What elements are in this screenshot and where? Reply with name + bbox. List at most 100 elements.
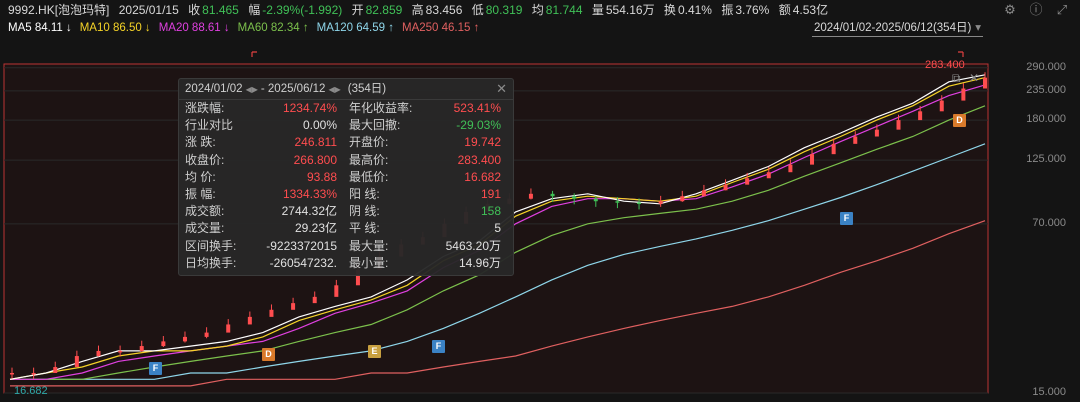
date-range-selector[interactable]: 2024/01/02-2025/06/12(354日) ▾ <box>812 20 984 37</box>
candle-body <box>528 193 533 199</box>
candle-body <box>961 88 966 101</box>
stat-label: 平 线: <box>349 221 380 236</box>
ma-legend-item: MA60 82.34 ↑ <box>237 22 309 34</box>
restore-window-icon[interactable]: ⧉ <box>952 71 961 86</box>
ma-legend-item: MA250 46.15 ↑ <box>401 22 480 34</box>
candle-body <box>701 190 706 197</box>
ma-legend-item: MA5 84.11 ↓ <box>8 22 72 34</box>
candle-body <box>139 346 144 351</box>
candle-body <box>226 324 231 333</box>
amp-label: 振 <box>721 3 734 17</box>
fullscreen-icon[interactable]: ⤢ <box>1054 3 1070 17</box>
stat-value: 29.23亿 <box>294 221 337 236</box>
y-tick-label: 125.000 <box>1026 153 1066 166</box>
event-marker-f[interactable]: F <box>149 362 162 375</box>
high-price-label: 283.400 <box>925 59 965 71</box>
stat-row: 成交量: 29.23亿 <box>179 220 343 237</box>
change-label: 幅 <box>248 3 261 17</box>
candle-body <box>637 202 642 205</box>
close-label: 收 <box>188 3 201 17</box>
stat-value: 158 <box>480 204 501 219</box>
y-tick-label: 235.000 <box>1026 83 1066 96</box>
candle-body <box>810 154 815 165</box>
candle-body <box>312 296 317 304</box>
candle-body <box>658 201 663 204</box>
stat-value: 93.88 <box>306 169 337 184</box>
stat-row: 最低价: 16.682 <box>343 169 507 186</box>
vol-label: 量 <box>591 3 604 17</box>
ma-legend-item: MA10 86.50 ↓ <box>79 22 151 34</box>
high-value: 83.456 <box>425 3 463 17</box>
stat-value: 1234.74% <box>282 101 337 115</box>
y-tick-label: 70.000 <box>1032 216 1066 229</box>
popup-days: (354日) <box>347 83 387 95</box>
candle-body <box>723 184 728 191</box>
stat-row: 阴 线: 158 <box>343 203 507 220</box>
ma-legend: MA5 84.11 ↓ MA10 86.50 ↓ MA20 88.61 ↓ MA60 … <box>8 19 487 37</box>
close-range-icon[interactable]: ✕ <box>969 71 979 85</box>
event-marker-d[interactable]: D <box>262 348 275 361</box>
stat-row: 最小量: 14.96万 <box>343 255 507 272</box>
stat-label: 行业对比 <box>185 118 234 133</box>
date-range-text: 2024/01/02-2025/06/12(354日) <box>814 22 972 34</box>
dropdown-arrow-icon: ▾ <box>975 22 982 34</box>
range-end-bracket <box>958 51 964 57</box>
range-start-bracket <box>251 51 257 57</box>
stat-value: 0.00% <box>302 118 337 133</box>
nav-arrows-icon[interactable]: ◀▶ <box>328 85 340 94</box>
settings-gear-icon[interactable]: ⚙ <box>1002 3 1018 17</box>
candle-body <box>31 372 36 375</box>
stat-label: 最大量: <box>349 238 389 253</box>
y-tick-label: 180.000 <box>1026 113 1066 126</box>
stat-row: 振 幅: 1334.33% <box>179 186 343 203</box>
candle-body <box>745 178 750 185</box>
candle-body <box>53 367 58 373</box>
low-label: 低 <box>471 3 484 17</box>
stat-row: 日均换手: -260547232. <box>179 255 343 272</box>
candle-body <box>161 341 166 347</box>
candle-body <box>983 77 987 89</box>
nav-arrows-icon[interactable]: ◀▶ <box>246 85 258 94</box>
candle-body <box>74 356 79 368</box>
low-price-label: 16.682 <box>14 385 48 397</box>
stat-row: 行业对比 0.00% <box>179 117 343 134</box>
stat-label: 最低价: <box>349 169 389 184</box>
popup-stats-grid: 涨跌幅: 1234.74% 年化收益率: 523.41% 行业对比 0.00% 最大回撤: -… <box>179 100 513 272</box>
stat-value: 191 <box>480 186 501 201</box>
candle-body <box>96 350 101 357</box>
candle-body <box>118 350 123 353</box>
stat-value: 1334.33% <box>282 186 337 201</box>
candle-body <box>182 336 187 342</box>
low-value: 80.319 <box>485 3 523 17</box>
candle-body <box>269 309 274 317</box>
stat-row: 区间换手: -9223372015 <box>179 238 343 255</box>
y-tick-label: 15.000 <box>1032 386 1066 398</box>
stat-label: 收盘价: <box>185 152 225 167</box>
candle-body <box>204 332 209 337</box>
info-icon[interactable]: ⓘ <box>1028 3 1044 17</box>
price-chart[interactable] <box>0 38 1080 402</box>
stat-label: 成交额: <box>185 204 225 219</box>
event-marker-f[interactable]: F <box>840 212 853 225</box>
stat-label: 最高价: <box>349 152 389 167</box>
stat-value: 2744.32亿 <box>281 204 337 219</box>
stat-value: 246.811 <box>294 135 338 150</box>
popup-end-date: - 2025/06/12 <box>260 83 326 95</box>
event-marker-e[interactable]: E <box>368 345 381 358</box>
change-value: -2.39%(-1.992) <box>262 3 343 17</box>
symbol-label: 9992.HK[泡泡玛特] <box>8 3 110 17</box>
candle-body <box>572 196 577 199</box>
stat-row: 最高价: 283.400 <box>343 152 507 169</box>
open-label: 开 <box>351 3 364 17</box>
close-icon[interactable]: ✕ <box>496 79 507 99</box>
stat-label: 最大回撤: <box>349 118 401 133</box>
stat-row: 涨跌幅: 1234.74% <box>179 100 343 117</box>
popup-start-date: 2024/01/02 <box>185 83 243 95</box>
event-marker-f[interactable]: F <box>432 340 445 353</box>
amount-label: 额 <box>778 3 791 17</box>
candle-body <box>10 372 14 375</box>
ma-legend-item: MA120 64.59 ↑ <box>316 22 394 34</box>
stat-row: 最大量: 5463.20万 <box>343 238 507 255</box>
event-marker-d[interactable]: D <box>953 114 966 127</box>
candle-body <box>896 120 901 130</box>
